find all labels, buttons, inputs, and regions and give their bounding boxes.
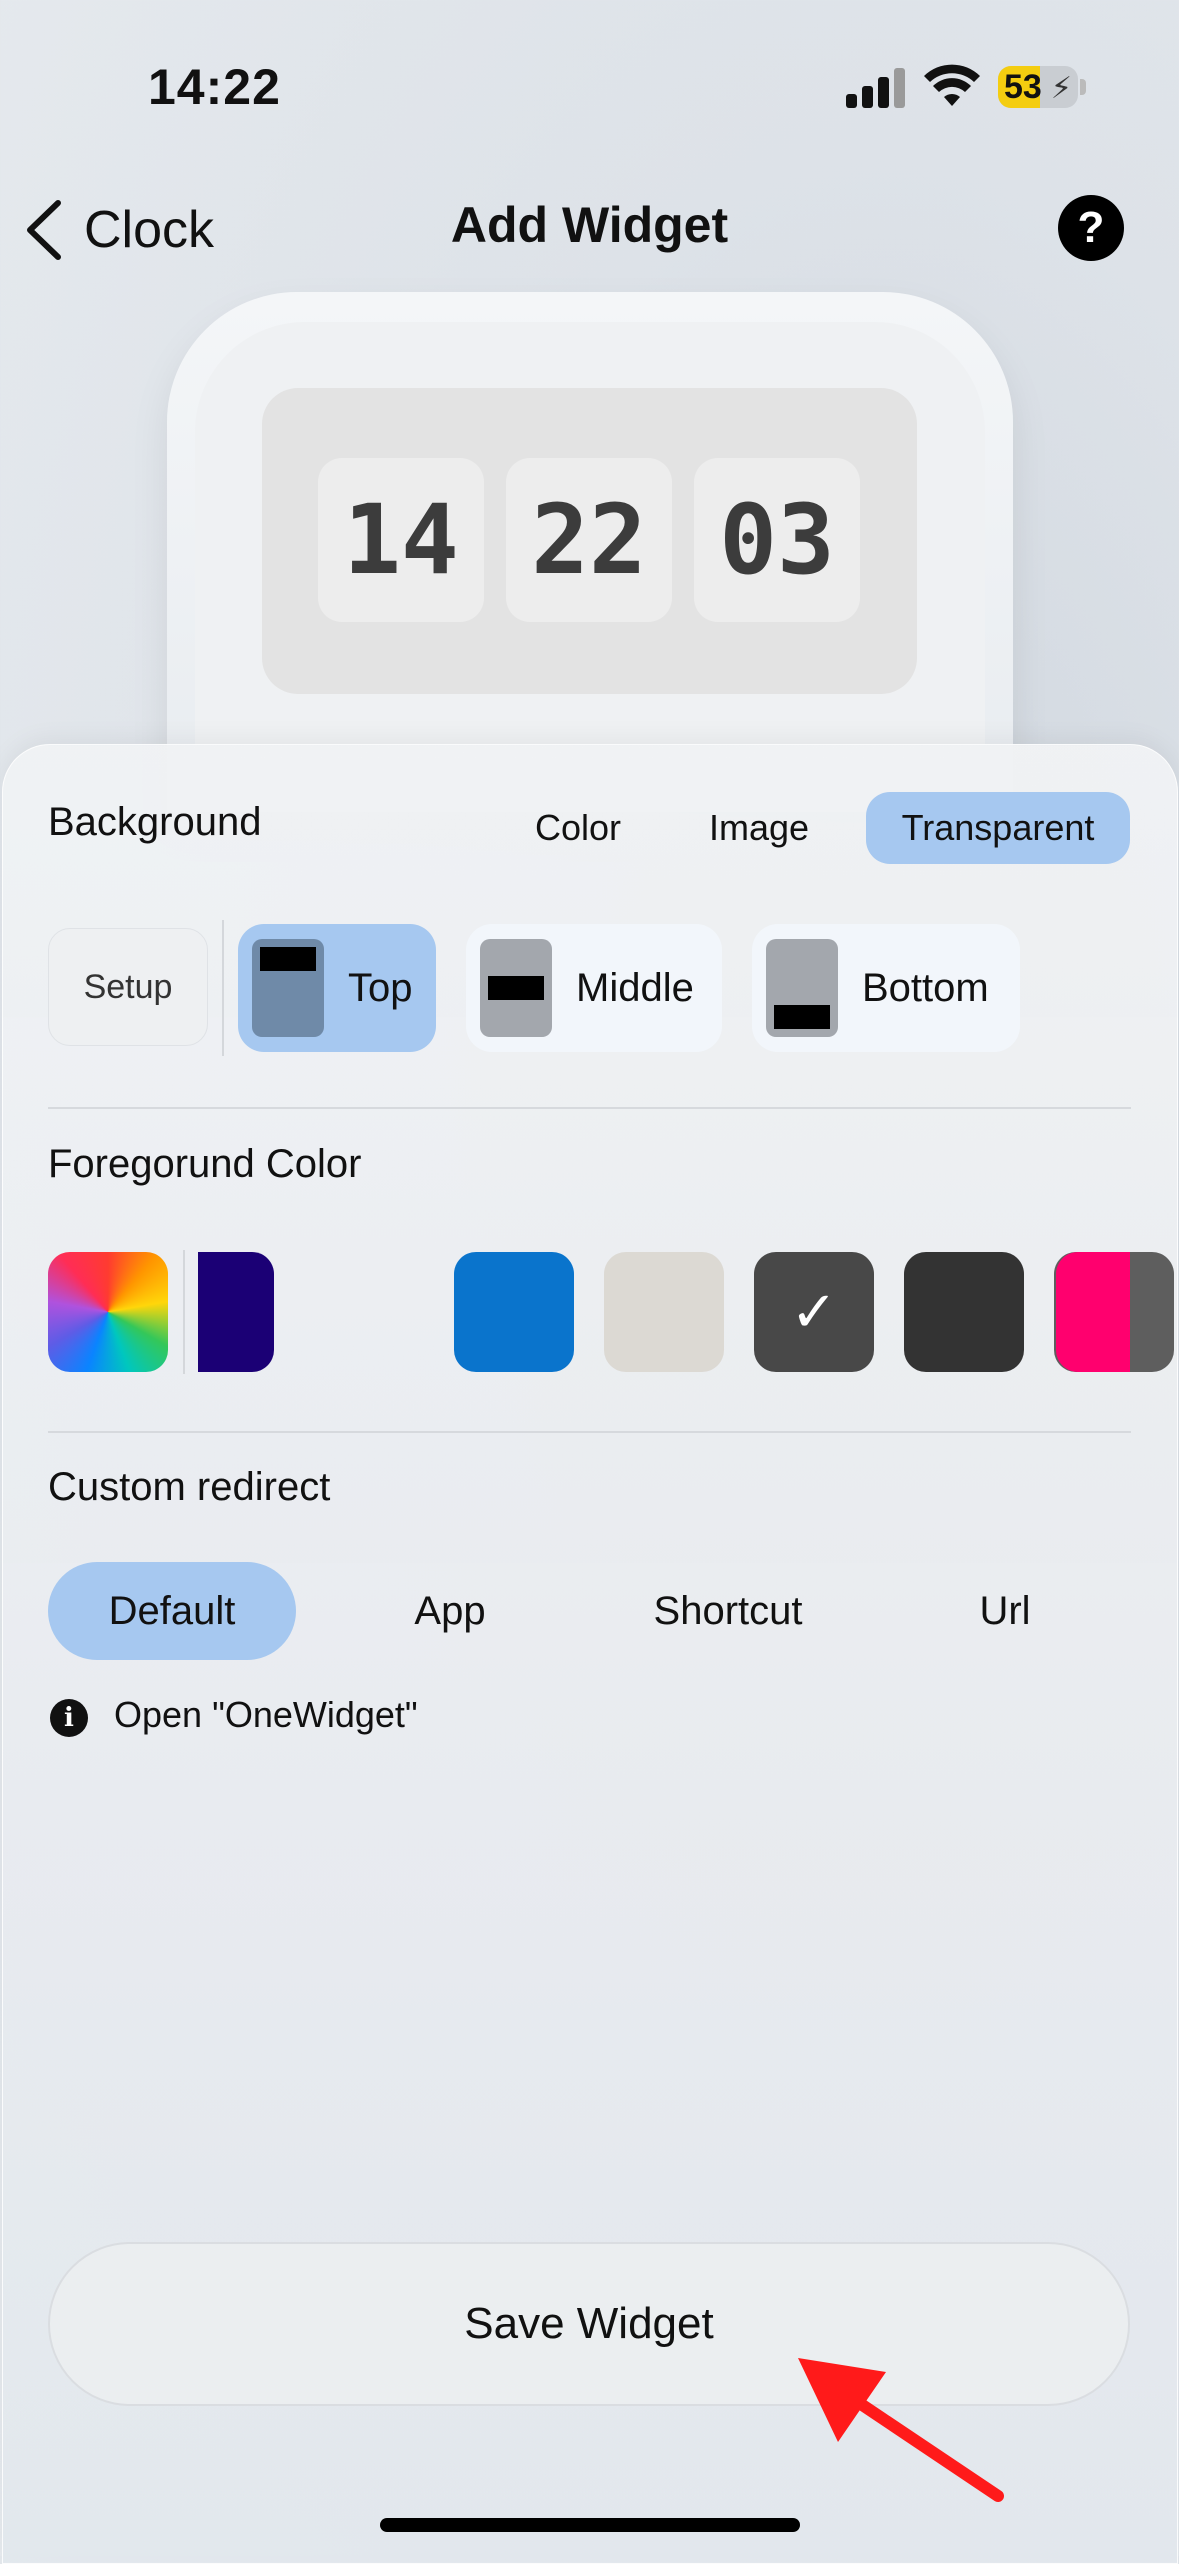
redirect-option-app[interactable]: App — [350, 1562, 550, 1660]
setup-button[interactable]: Setup — [48, 928, 208, 1046]
minutes-digit: 22 — [506, 458, 672, 622]
color-swatch[interactable] — [454, 1252, 574, 1372]
position-bottom-label: Bottom — [862, 965, 989, 1010]
redirect-option-url[interactable]: Url — [900, 1562, 1110, 1660]
divider — [48, 1431, 1131, 1433]
redirect-option-shortcut[interactable]: Shortcut — [600, 1562, 856, 1660]
charging-bolt-icon: ⚡ — [1050, 72, 1072, 105]
background-option-image[interactable]: Image — [686, 792, 832, 864]
status-time: 14:22 — [148, 59, 281, 115]
page-title: Add Widget — [450, 197, 729, 253]
position-middle-icon — [480, 939, 552, 1037]
info-icon: i — [50, 1699, 88, 1737]
battery-level: 53 — [1004, 68, 1042, 106]
checkmark-icon: ✓ — [790, 1280, 838, 1343]
position-top-button[interactable]: Top — [238, 924, 436, 1052]
help-button[interactable]: ? — [1058, 195, 1124, 261]
divider — [183, 1250, 185, 1374]
hours-digit: 14 — [318, 458, 484, 622]
position-top-label: Top — [348, 965, 413, 1010]
home-indicator — [380, 2518, 800, 2532]
seconds-digit: 03 — [694, 458, 860, 622]
divider — [48, 1107, 1131, 1109]
position-middle-button[interactable]: Middle — [466, 924, 722, 1052]
battery-tip — [1080, 79, 1086, 95]
redirect-option-default[interactable]: Default — [48, 1562, 296, 1660]
cellular-signal-icon — [846, 66, 906, 108]
color-swatch[interactable]: ✓ — [754, 1252, 874, 1372]
battery-icon: 53 ⚡ — [998, 66, 1078, 108]
color-swatch[interactable] — [904, 1252, 1024, 1372]
position-top-icon — [252, 939, 324, 1037]
background-option-transparent[interactable]: Transparent — [866, 792, 1130, 864]
position-middle-label: Middle — [576, 965, 694, 1010]
divider — [222, 920, 224, 1056]
foreground-color-label: Foregorund Color — [48, 1142, 362, 1186]
background-option-color[interactable]: Color — [508, 792, 648, 864]
color-swatch[interactable] — [604, 1252, 724, 1372]
color-swatch[interactable] — [1056, 1252, 1130, 1372]
wifi-icon — [924, 64, 980, 106]
position-bottom-icon — [766, 939, 838, 1037]
background-label: Background — [48, 800, 262, 844]
color-swatch[interactable] — [198, 1252, 274, 1372]
position-bottom-button[interactable]: Bottom — [752, 924, 1020, 1052]
redirect-info-text: Open "OneWidget" — [114, 1694, 418, 1735]
custom-redirect-label: Custom redirect — [48, 1465, 331, 1509]
color-picker-swatch[interactable] — [48, 1252, 168, 1372]
annotation-arrow-icon — [798, 2358, 1004, 2502]
